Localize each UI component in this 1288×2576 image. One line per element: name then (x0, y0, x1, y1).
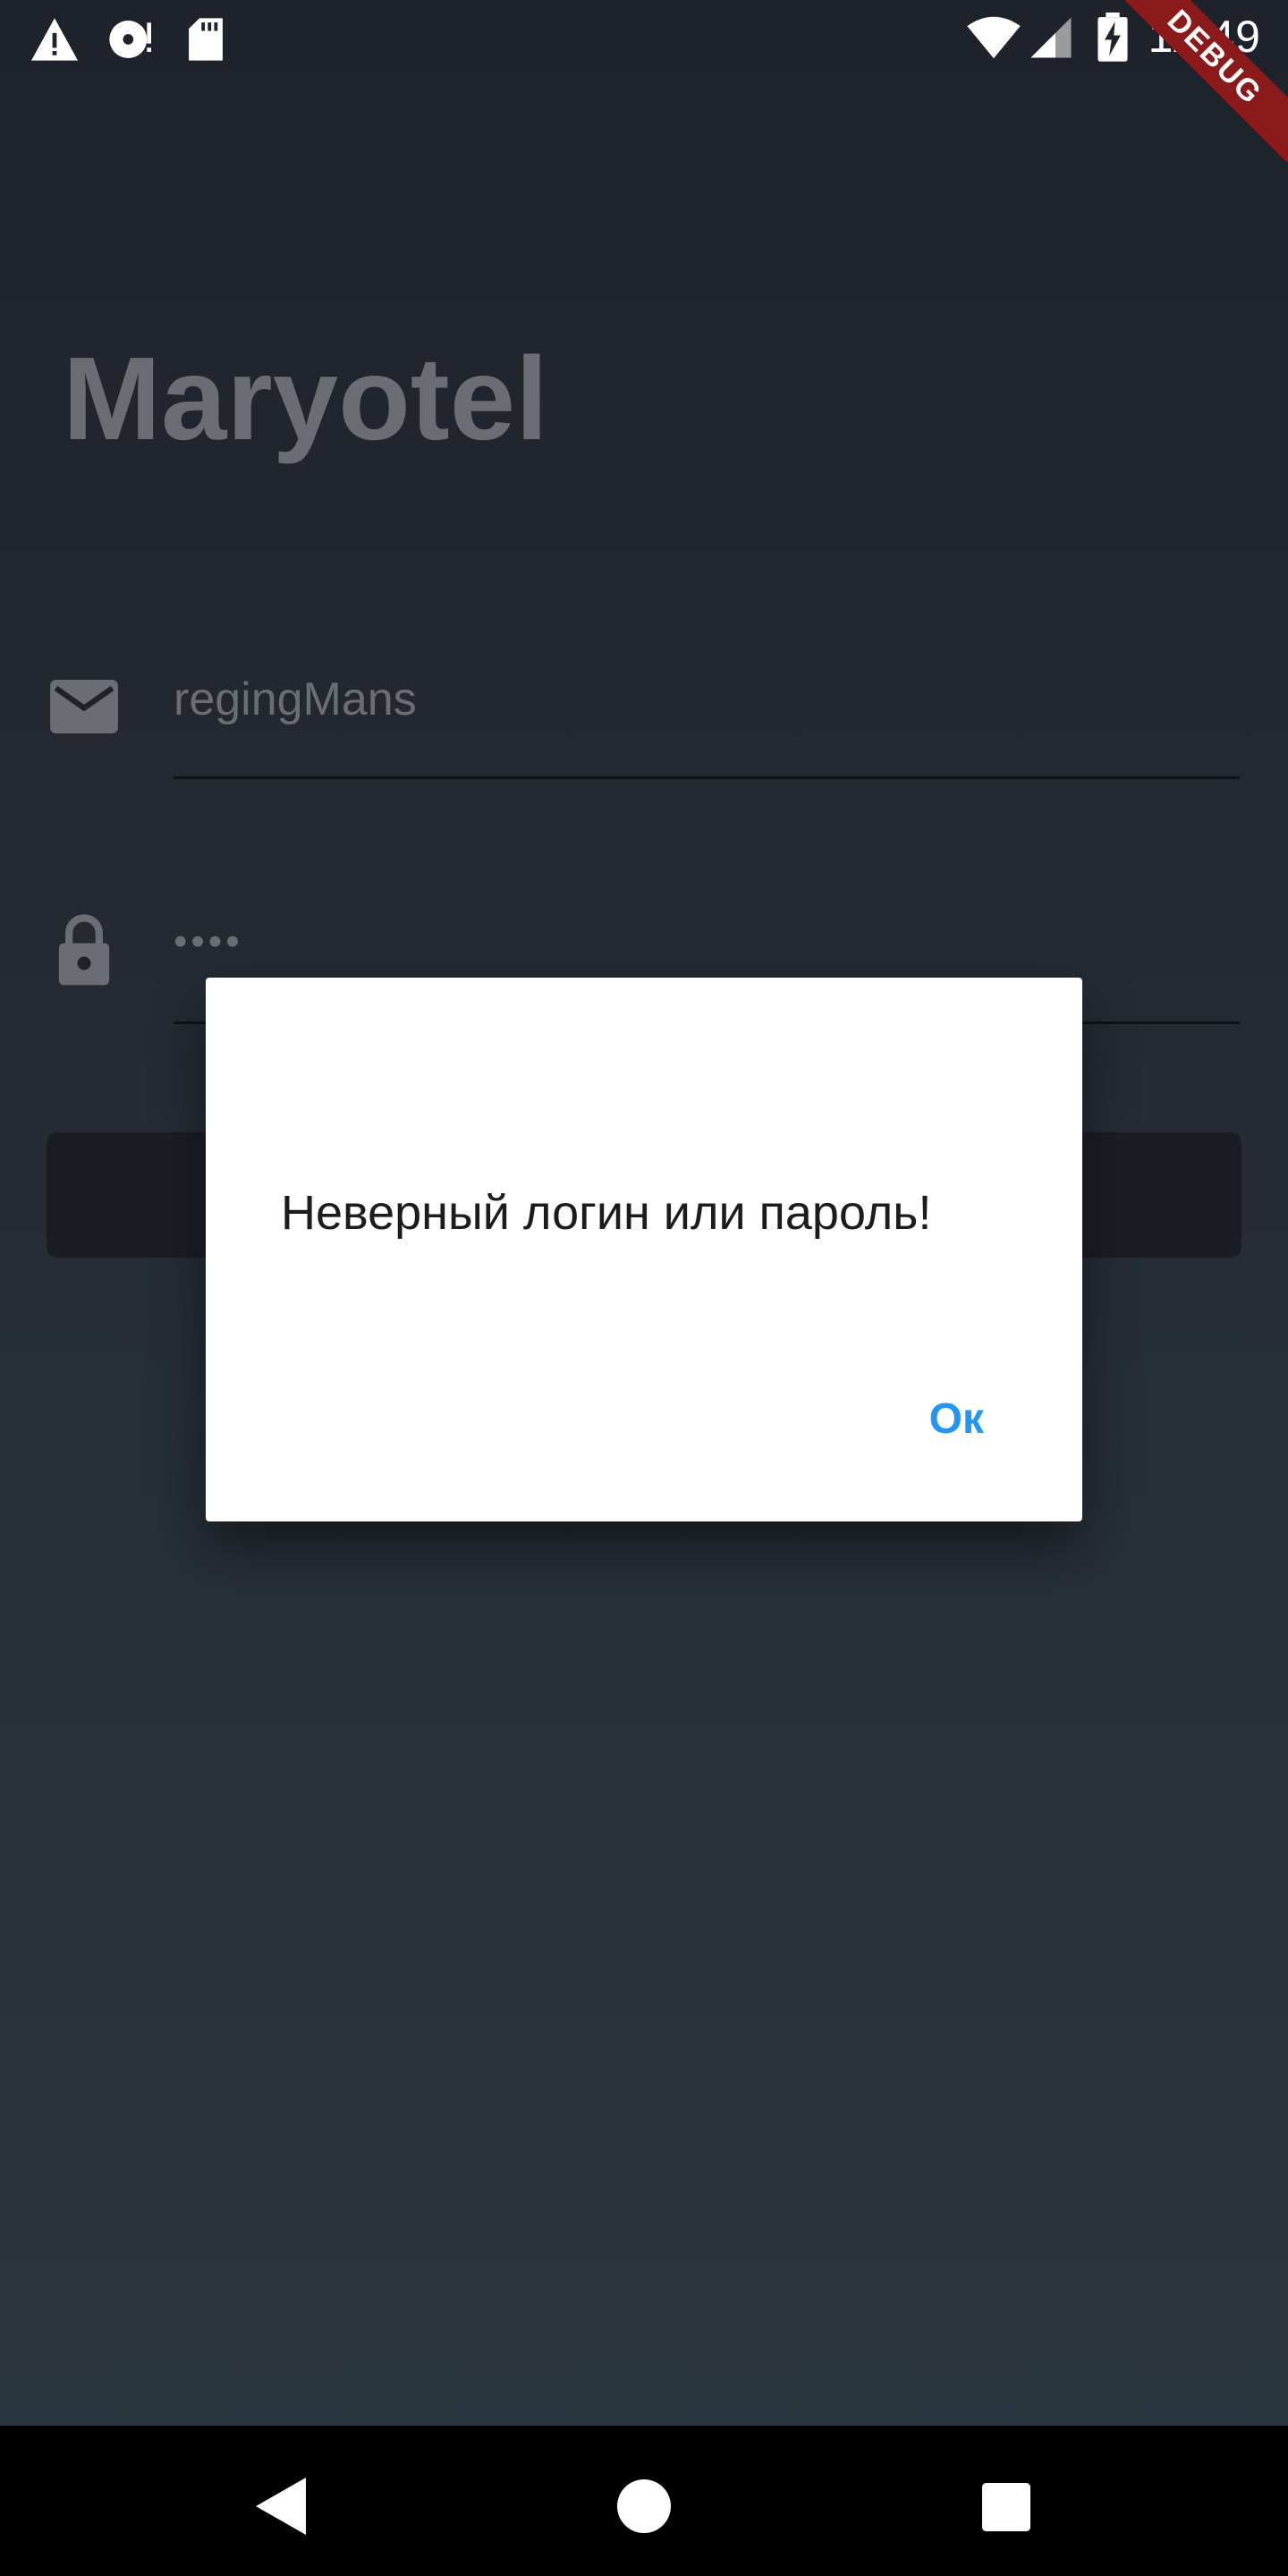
home-icon[interactable] (617, 2479, 671, 2538)
ok-button[interactable]: Ок (929, 1394, 984, 1444)
login-screen: 11:49 DEBUG Maryotel regingMans •••• Нев… (0, 0, 1288, 2576)
navigation-bar (0, 2426, 1288, 2576)
dialog-message: Неверный логин или пароль! (281, 1186, 932, 1240)
recents-icon[interactable] (982, 2483, 1030, 2536)
error-dialog: Неверный логин или пароль! Ок (206, 978, 1082, 1521)
back-icon[interactable] (256, 2478, 306, 2539)
